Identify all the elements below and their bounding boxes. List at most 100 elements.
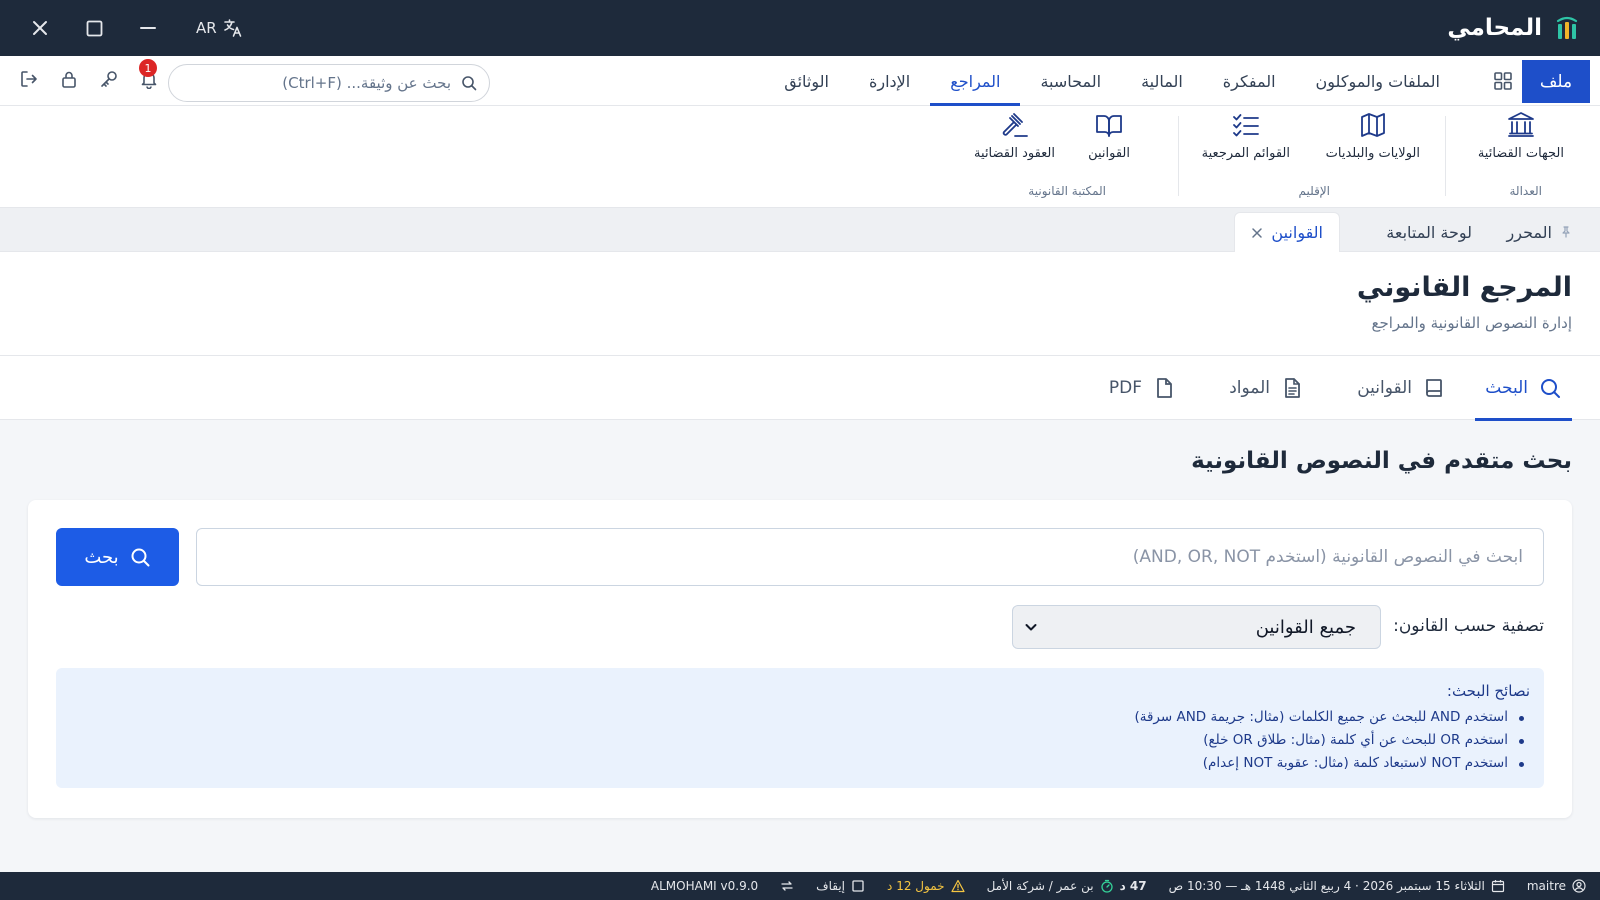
menu-item-documents[interactable]: الوثائق — [764, 56, 849, 106]
status-version: ALMOHAMI v0.9.0 — [651, 879, 758, 893]
timer-icon — [1100, 879, 1113, 893]
document-text-icon — [1285, 378, 1300, 398]
tab-laws-label: القوانين — [1271, 223, 1323, 242]
ribbon-judicial-contracts-button[interactable]: العقود القضائية — [974, 110, 1055, 161]
ribbon-reference-lists-button[interactable]: القوائم المرجعية — [1202, 110, 1290, 161]
ribbon-courts-label: الجهات القضائية — [1477, 146, 1564, 161]
tab-dashboard-label: لوحة المتابعة — [1386, 222, 1472, 242]
menu-item-references[interactable]: المراجع — [930, 56, 1021, 106]
search-tip: استخدم AND للبحث عن جميع الكلمات (مثال: … — [56, 706, 1526, 729]
ribbon-laws-label: القوانين — [1088, 146, 1130, 161]
logout-button[interactable] — [18, 68, 40, 90]
menu-item-agenda[interactable]: المفكرة — [1203, 56, 1296, 106]
document-tabs: المحرر لوحة المتابعة القوانين — [0, 208, 1600, 252]
search-tips-list: استخدم AND للبحث عن جميع الكلمات (مثال: … — [56, 706, 1530, 775]
lock-icon — [62, 71, 76, 88]
search-tip: استخدم NOT لاستبعاد كلمة (مثال: عقوبة NO… — [56, 752, 1526, 775]
sync-button[interactable] — [780, 879, 794, 893]
ribbon-group-territory-label: الإقليم — [1298, 184, 1331, 198]
stop-label: إيقاف — [816, 879, 846, 893]
chevron-down-icon — [1025, 624, 1037, 631]
tab-search[interactable]: البحث — [1475, 356, 1572, 421]
stop-timer-button[interactable]: إيقاف — [816, 879, 865, 893]
document-search-input[interactable] — [181, 74, 451, 92]
app-name: المحامي — [1447, 15, 1542, 41]
app-brand: المحامي — [1447, 13, 1582, 43]
notifications-button[interactable]: 1 — [138, 59, 160, 90]
menu-bar: ملف الملفات والموكلون المفكرة المالية ال… — [0, 56, 1600, 106]
menu-item-accounting[interactable]: المحاسبة — [1020, 56, 1121, 106]
toolbar-icons: 1 — [18, 59, 160, 90]
book-icon — [1426, 379, 1442, 397]
legal-text-search-input[interactable] — [196, 528, 1544, 586]
menu-file[interactable]: ملف — [1522, 60, 1590, 103]
ribbon-reference-lists-label: القوائم المرجعية — [1201, 146, 1290, 161]
law-filter-value: جميع القوانين — [1255, 616, 1356, 638]
menu-item-administration[interactable]: الإدارة — [849, 56, 930, 106]
menu-item-finance[interactable]: المالية — [1121, 56, 1203, 106]
window-controls: AR — [28, 16, 243, 40]
tab-laws-list[interactable]: القوانين — [1347, 356, 1456, 420]
logout-icon — [21, 71, 37, 87]
status-timer: 47 د بن عمر / شركة الأمل — [987, 879, 1147, 893]
tab-editor[interactable]: المحرر — [1507, 212, 1572, 252]
gavel-icon — [1002, 113, 1028, 137]
status-bar: maitre الثلاثاء 15 سبتمبر 2026 · 4 ربيع … — [0, 872, 1600, 900]
status-date-text: الثلاثاء 15 سبتمبر 2026 · 4 ربيع الثاني … — [1168, 879, 1485, 893]
ribbon-courts-button[interactable]: الجهات القضائية — [1478, 110, 1564, 161]
stop-icon — [852, 880, 864, 892]
search-button[interactable]: بحث — [56, 528, 179, 586]
ribbon: الجهات القضائية العدالة الولايات والبلدي… — [0, 106, 1600, 208]
main-menu: الملفات والموكلون المفكرة المالية المحاس… — [764, 56, 1460, 106]
close-tab-button[interactable] — [1251, 227, 1263, 239]
page-subtitle: إدارة النصوص القانونية والمراجع — [1371, 314, 1573, 332]
law-filter-select[interactable]: جميع القوانين — [1012, 605, 1381, 649]
menu-item-files-clients[interactable]: الملفات والموكلون — [1296, 56, 1460, 106]
close-icon — [1252, 227, 1263, 238]
language-label: AR — [196, 19, 217, 37]
tab-editor-label: المحرر — [1506, 222, 1552, 242]
section-tabs: البحث القوانين المواد PDF — [0, 356, 1600, 421]
ribbon-laws-button[interactable]: القوانين — [1088, 110, 1130, 161]
key-icon — [101, 71, 117, 87]
key-button[interactable] — [98, 68, 120, 90]
close-button[interactable] — [28, 16, 52, 40]
ribbon-separator — [1445, 116, 1446, 196]
filter-label: تصفية حسب القانون: — [1393, 616, 1544, 636]
pin-icon — [1562, 226, 1570, 238]
language-switcher[interactable]: AR — [196, 18, 243, 38]
translate-icon — [223, 19, 241, 37]
search-button-label: بحث — [84, 546, 119, 568]
tab-dashboard[interactable]: لوحة المتابعة — [1386, 212, 1472, 252]
ribbon-group-justice-label: العدالة — [1509, 184, 1542, 198]
maximize-button[interactable] — [82, 16, 106, 40]
document-search — [168, 64, 490, 102]
status-date: الثلاثاء 15 سبتمبر 2026 · 4 ربيع الثاني … — [1169, 879, 1505, 893]
search-tip: استخدم OR للبحث عن أي كلمة (مثال: طلاق O… — [56, 729, 1526, 752]
tab-laws-list-label: القوانين — [1357, 378, 1412, 398]
title-bar: AR المحامي — [0, 0, 1600, 56]
minimize-icon — [140, 27, 156, 29]
search-icon — [1541, 379, 1560, 398]
search-icon — [131, 548, 150, 567]
status-idle: خمول 12 د — [887, 879, 965, 893]
grid-icon — [1494, 72, 1512, 90]
ribbon-provinces-label: الولايات والبلديات — [1325, 146, 1420, 161]
minimize-button[interactable] — [136, 16, 160, 40]
ribbon-provinces-button[interactable]: الولايات والبلديات — [1326, 110, 1420, 161]
apps-grid-button[interactable] — [1490, 68, 1516, 94]
warning-icon — [950, 879, 965, 893]
status-client: بن عمر / شركة الأمل — [986, 879, 1094, 893]
page-header: المرجع القانوني إدارة النصوص القانونية و… — [0, 252, 1600, 356]
tab-search-label: البحث — [1485, 378, 1528, 398]
tab-articles-label: المواد — [1229, 378, 1270, 398]
logo-icon — [1556, 16, 1578, 39]
tab-laws[interactable]: القوانين — [1234, 212, 1340, 252]
tab-articles[interactable]: المواد — [1219, 356, 1314, 420]
version-label: ALMOHAMI v0.9.0 — [650, 879, 759, 893]
search-icon — [462, 76, 477, 91]
notification-badge: 1 — [139, 59, 157, 77]
ribbon-separator — [1178, 116, 1179, 196]
lock-button[interactable] — [58, 68, 80, 90]
tab-pdf[interactable]: PDF — [1099, 356, 1186, 420]
